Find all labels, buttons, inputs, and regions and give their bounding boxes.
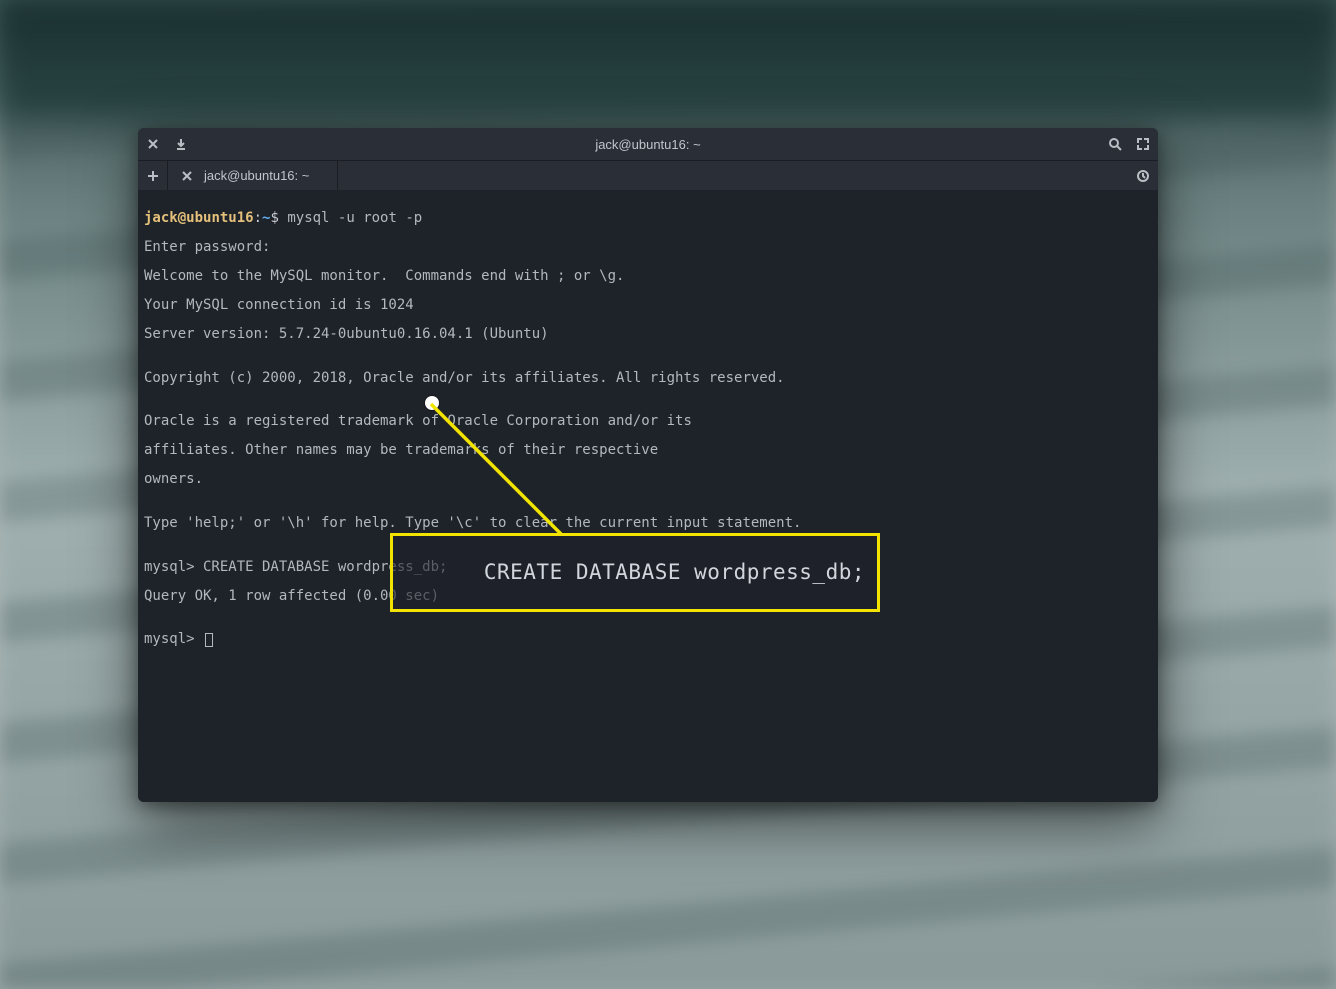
- new-tab-button[interactable]: [138, 161, 168, 191]
- prompt-user: jack: [144, 210, 178, 226]
- history-button[interactable]: [1128, 169, 1158, 183]
- fullscreen-icon[interactable]: [1136, 137, 1150, 151]
- search-icon[interactable]: [1108, 137, 1122, 151]
- terminal-output: Type 'help;' or '\h' for help. Type '\c'…: [144, 516, 1152, 531]
- mysql-prompt-line: mysql>: [144, 632, 1152, 647]
- prompt-line: jack@ubuntu16:~$ mysql -u root -p: [144, 211, 1152, 226]
- tab-bar: jack@ubuntu16: ~: [138, 160, 1158, 190]
- terminal-output: Oracle is a registered trademark of Orac…: [144, 414, 1152, 429]
- tab-terminal[interactable]: jack@ubuntu16: ~: [168, 161, 338, 191]
- terminal-output: affiliates. Other names may be trademark…: [144, 443, 1152, 458]
- prompt-symbol: $: [270, 210, 278, 226]
- prompt-colon: :: [254, 210, 262, 226]
- prompt-host: ubuntu16: [186, 210, 253, 226]
- annotation-callout: CREATE DATABASE wordpress_db;: [390, 533, 880, 612]
- plus-icon: [146, 169, 160, 183]
- window-titlebar: jack@ubuntu16: ~: [138, 128, 1158, 160]
- history-icon: [1136, 169, 1150, 183]
- terminal-output: Copyright (c) 2000, 2018, Oracle and/or …: [144, 371, 1152, 386]
- download-icon[interactable]: [174, 137, 188, 151]
- command-text: mysql -u root -p: [279, 210, 422, 226]
- mysql-prompt: mysql>: [144, 631, 203, 647]
- terminal-output: Server version: 5.7.24-0ubuntu0.16.04.1 …: [144, 327, 1152, 342]
- terminal-output: Your MySQL connection id is 1024: [144, 298, 1152, 313]
- annotation-dot: [425, 396, 439, 410]
- close-icon[interactable]: [180, 169, 194, 183]
- cursor: [205, 633, 213, 647]
- terminal-output: Enter password:: [144, 240, 1152, 255]
- terminal-output: Welcome to the MySQL monitor. Commands e…: [144, 269, 1152, 284]
- tab-label: jack@ubuntu16: ~: [204, 168, 309, 183]
- close-icon[interactable]: [146, 137, 160, 151]
- desktop-background-top: [0, 0, 1336, 120]
- callout-text: CREATE DATABASE wordpress_db;: [484, 560, 865, 584]
- window-title: jack@ubuntu16: ~: [346, 137, 950, 152]
- terminal-window: jack@ubuntu16: ~ jack@ubuntu16: ~: [138, 128, 1158, 802]
- terminal-output: owners.: [144, 472, 1152, 487]
- terminal-viewport[interactable]: jack@ubuntu16:~$ mysql -u root -p Enter …: [138, 190, 1158, 802]
- prompt-at: @: [178, 210, 186, 226]
